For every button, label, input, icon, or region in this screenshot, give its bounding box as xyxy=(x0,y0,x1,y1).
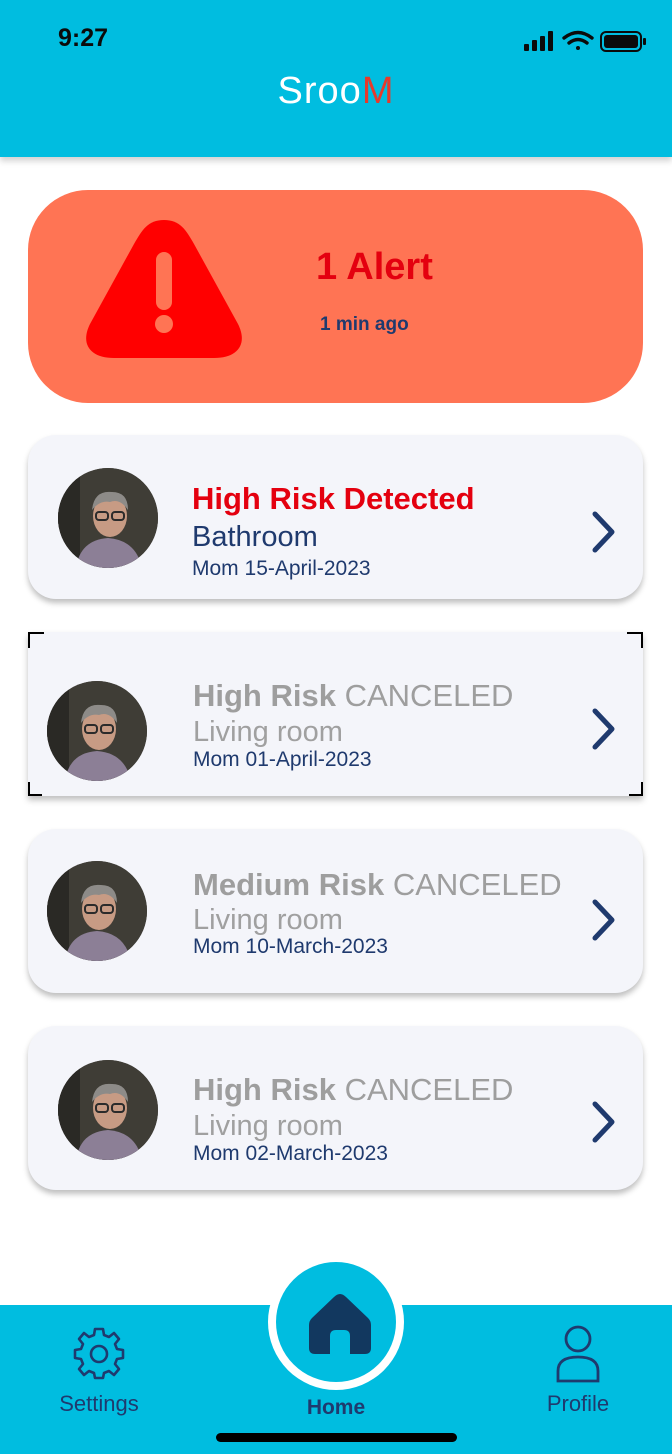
battery-icon xyxy=(600,31,646,52)
alert-card-4[interactable]: High Risk CANCELED Living room Mom 02-Ma… xyxy=(28,1026,643,1190)
alert-card-2[interactable]: High Risk CANCELED Living room Mom 01-Ap… xyxy=(28,632,643,796)
wifi-icon xyxy=(562,30,594,50)
profile-label: Profile xyxy=(546,1391,610,1416)
gear-icon xyxy=(73,1327,125,1380)
location-label: Living room xyxy=(193,1110,343,1142)
avatar xyxy=(47,861,147,961)
home-button-inner xyxy=(276,1262,396,1382)
home-label: Home xyxy=(306,1396,366,1419)
alert-banner[interactable]: 1 Alert 1 min ago xyxy=(28,190,643,403)
warning-triangle-icon xyxy=(86,220,242,358)
home-indicator[interactable] xyxy=(216,1433,457,1442)
location-label: Living room xyxy=(193,716,343,748)
avatar xyxy=(58,1060,158,1160)
chevron-right-icon[interactable] xyxy=(591,898,617,942)
meta-label: Mom 15-April-2023 xyxy=(192,557,371,580)
focus-corner xyxy=(28,782,42,796)
chevron-right-icon[interactable] xyxy=(591,707,617,751)
risk-title: High Risk CANCELED xyxy=(193,1072,514,1107)
location-label: Bathroom xyxy=(192,521,318,553)
home-button[interactable] xyxy=(268,1254,404,1390)
chevron-right-icon[interactable] xyxy=(591,510,617,554)
status-time: 9:27 xyxy=(58,24,109,52)
avatar xyxy=(47,681,147,781)
meta-label: Mom 02-March-2023 xyxy=(193,1142,388,1165)
chevron-right-icon[interactable] xyxy=(591,1100,617,1144)
alert-card-3[interactable]: Medium Risk CANCELED Living room Mom 10-… xyxy=(28,829,643,993)
meta-label: Mom 01-April-2023 xyxy=(193,748,372,771)
risk-title: High Risk CANCELED xyxy=(193,678,514,713)
settings-label: Settings xyxy=(59,1391,139,1416)
status-icons xyxy=(524,30,646,52)
alert-count: 1 Alert xyxy=(316,246,433,288)
cellular-signal-icon xyxy=(524,31,553,51)
alert-card-1[interactable]: High Risk Detected Bathroom Mom 15-April… xyxy=(28,435,643,599)
user-icon xyxy=(556,1325,600,1383)
risk-title: High Risk Detected xyxy=(192,481,475,516)
risk-title: Medium Risk CANCELED xyxy=(193,867,562,902)
focus-corner xyxy=(629,782,643,796)
app-logo: SrooM xyxy=(277,70,395,112)
nav-profile[interactable]: Profile xyxy=(518,1325,638,1417)
avatar xyxy=(58,468,158,568)
nav-settings[interactable]: Settings xyxy=(39,1325,159,1417)
home-icon xyxy=(309,1294,371,1354)
app-header: 9:27 SrooM xyxy=(0,0,672,157)
location-label: Living room xyxy=(193,904,343,936)
alert-time: 1 min ago xyxy=(320,314,409,335)
meta-label: Mom 10-March-2023 xyxy=(193,935,388,958)
